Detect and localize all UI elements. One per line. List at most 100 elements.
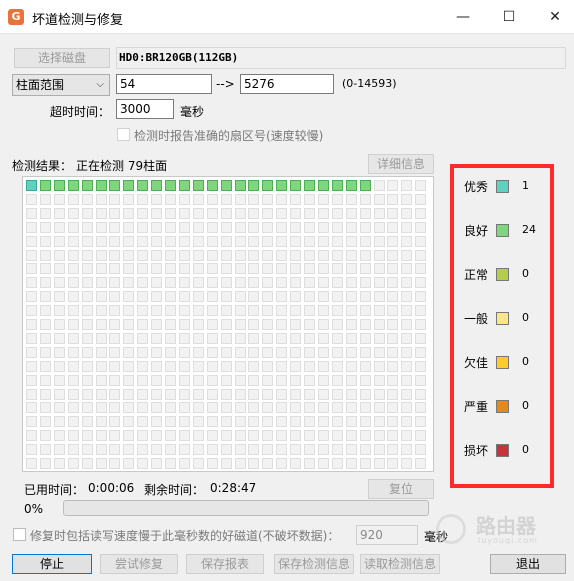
cylinder-cell [67,458,79,469]
range-end-input[interactable]: 5276 [240,74,334,94]
cylinder-cell [67,305,79,317]
cylinder-cell [67,374,79,386]
cylinder-cell [26,319,37,330]
cylinder-cell [67,180,79,191]
cylinder-cell [123,207,135,219]
stop-button[interactable]: 停止 [12,554,92,574]
cylinder-cell [373,305,385,317]
minimize-icon[interactable]: — [440,0,486,34]
reset-button[interactable]: 复位 [368,479,434,499]
cylinder-cell [415,430,427,442]
cylinder-cell [248,374,260,386]
cylinder-cell [359,374,371,386]
cylinder-cell [248,277,260,289]
details-button[interactable]: 详细信息 [368,154,434,174]
legend-swatch-icon [496,268,509,281]
try-repair-button[interactable]: 尝试修复 [100,554,178,574]
report-sector-checkbox[interactable] [117,128,130,141]
cylinder-cell [39,458,51,469]
cylinder-cell [53,374,65,386]
cylinder-cell [39,444,51,456]
cylinder-cell [109,430,121,442]
cylinder-cell [276,430,288,442]
report-sector-label: 检测时报告准确的扇区号(速度较慢) [134,129,324,143]
cylinder-cell [401,249,413,261]
cylinder-cell [220,207,232,219]
cylinder-cell [206,263,218,275]
cylinder-cell [206,319,218,330]
cylinder-cell [192,402,204,414]
cylinder-cell [81,277,93,289]
result-status: 正在检测 79柱面 [76,159,168,173]
repair-ms-input[interactable]: 920 [356,525,418,545]
cylinder-cell [415,305,427,317]
timeout-unit: 毫秒 [180,105,205,119]
cylinder-cell [67,430,79,442]
cylinder-cell [220,221,232,233]
exit-button[interactable]: 退出 [490,554,566,574]
cylinder-cell [415,444,427,456]
cylinder-cell [220,444,232,456]
cylinder-cell [276,374,288,386]
cylinder-cell [151,360,163,372]
cylinder-cell [178,374,190,386]
timeout-label: 超时时间： [50,105,111,119]
cylinder-cell [401,277,413,289]
range-start-input[interactable]: 54 [116,74,212,94]
cylinder-cell [415,360,427,372]
cylinder-cell [220,430,232,442]
select-disk-button[interactable]: 选择磁盘 [14,48,110,68]
save-detect-info-button[interactable]: 保存检测信息 [274,554,354,574]
cylinder-cell [137,180,149,191]
save-report-button[interactable]: 保存报表 [186,554,264,574]
window-title: 坏道检测与修复 [32,13,124,28]
cylinder-cell [345,249,357,261]
cylinder-cell [387,416,399,428]
cylinder-cell [137,402,149,414]
cylinder-cell [290,207,302,219]
cylinder-cell [304,332,315,344]
cylinder-cell [387,235,399,247]
read-detect-info-button[interactable]: 读取检测信息 [360,554,440,574]
cylinder-cell [123,180,135,191]
cylinder-cell [26,207,37,219]
range-mode-select[interactable]: 柱面范围 ⌵ [12,74,110,96]
cylinder-cell [137,374,149,386]
cylinder-cell [359,291,371,303]
cylinder-cell [373,458,385,469]
cylinder-cell [234,221,246,233]
cylinder-cell [109,277,121,289]
cylinder-cell [109,416,121,428]
cylinder-cell [206,277,218,289]
cylinder-cell [178,402,190,414]
maximize-icon[interactable]: ☐ [486,0,532,34]
legend-count: 1 [522,179,529,192]
cylinder-cell [109,458,121,469]
cylinder-cell [109,402,121,414]
cylinder-cell [206,416,218,428]
cylinder-cell [401,291,413,303]
cylinder-cell [262,277,274,289]
cylinder-cell [317,263,329,275]
legend-label: 损坏 [464,444,489,458]
cylinder-cell [192,291,204,303]
cylinder-cell [178,207,190,219]
remaining-time: 0:28:47 [210,481,257,495]
cylinder-cell [262,388,274,400]
cylinder-cell [262,458,274,469]
timeout-input[interactable]: 3000 [116,99,174,119]
repair-slow-checkbox[interactable] [13,528,26,541]
cylinder-cell [317,235,329,247]
cylinder-cell [206,193,218,205]
cylinder-cell [331,374,343,386]
cylinder-cell [26,458,37,469]
cylinder-cell [387,388,399,400]
legend-swatch-icon [496,224,509,237]
cylinder-cell [137,458,149,469]
cylinder-cell [123,388,135,400]
cylinder-cell [206,360,218,372]
close-icon[interactable]: ✕ [532,0,574,34]
cylinder-cell [39,332,51,344]
cylinder-cell [345,291,357,303]
cylinder-cell [206,430,218,442]
